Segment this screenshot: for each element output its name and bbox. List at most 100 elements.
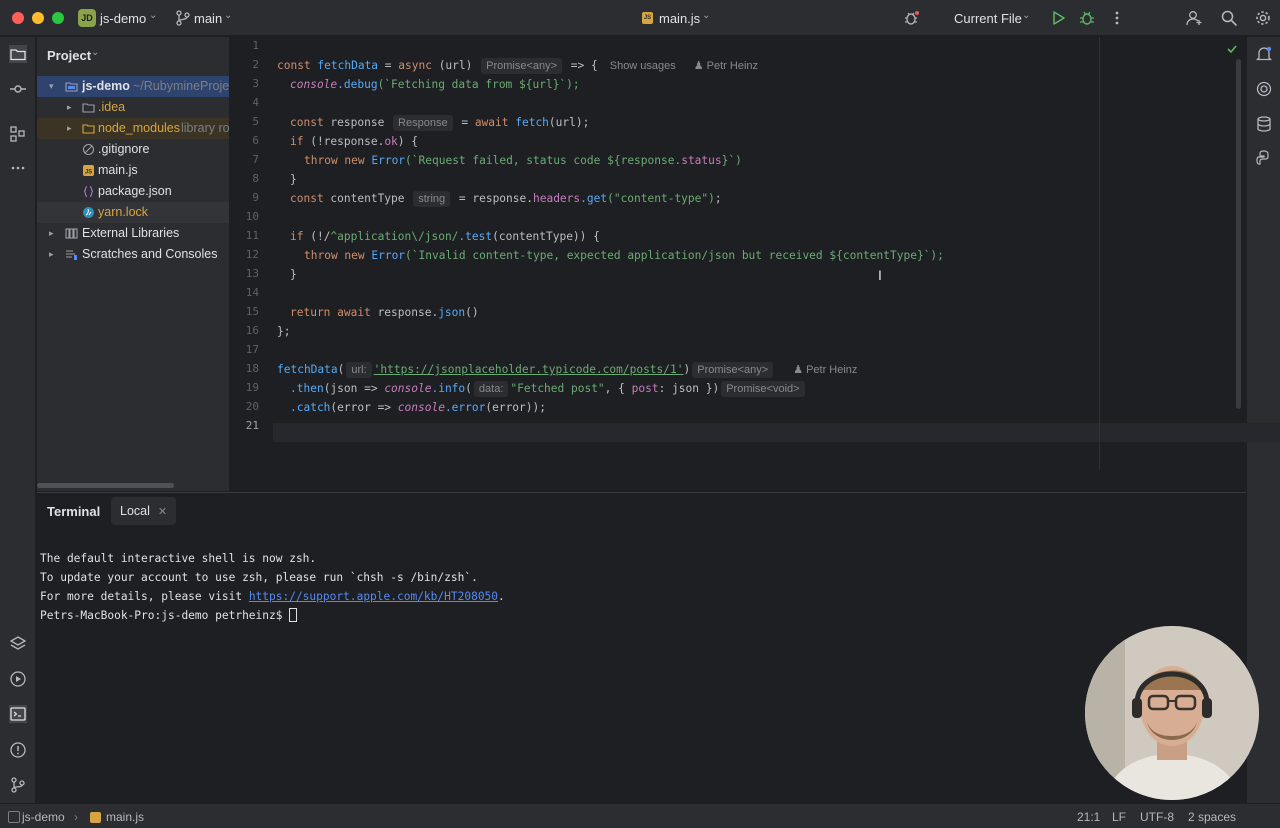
git-icon[interactable] xyxy=(9,776,27,794)
terminal-icon[interactable] xyxy=(9,705,27,723)
code-line[interactable]: if (!response.ok) { xyxy=(290,132,418,151)
line-number[interactable]: 15 xyxy=(229,305,259,318)
no-problems-check-icon[interactable] xyxy=(1226,43,1238,55)
services-run-icon[interactable] xyxy=(9,670,27,688)
chevron-right-icon[interactable]: ▸ xyxy=(49,244,54,265)
layers-icon[interactable] xyxy=(9,635,27,653)
project-badge[interactable]: JD xyxy=(78,9,96,27)
code-line[interactable]: }; xyxy=(277,322,290,341)
chevron-right-icon[interactable]: ▸ xyxy=(67,118,72,139)
tree-item-gitignore[interactable]: .gitignore xyxy=(37,139,229,160)
chevron-right-icon[interactable]: ▸ xyxy=(67,97,72,118)
line-number[interactable]: 19 xyxy=(229,381,259,394)
type-hint[interactable]: Response xyxy=(393,115,453,131)
param-hint[interactable]: url: xyxy=(346,362,372,378)
chevron-down-icon[interactable]: ⌄ xyxy=(91,47,99,58)
code-line[interactable]: if (!/^application\/json/.test(contentTy… xyxy=(290,227,600,246)
code-line[interactable]: } xyxy=(290,170,297,189)
tree-item-external-libraries[interactable]: ▸ External Libraries xyxy=(37,223,229,244)
file-encoding[interactable]: UTF-8 xyxy=(1140,810,1174,824)
window-minimize-button[interactable] xyxy=(32,12,44,24)
breadcrumb-project[interactable]: js-demo xyxy=(22,810,65,824)
tree-item-idea[interactable]: ▸ .idea xyxy=(37,97,229,118)
project-panel-title[interactable]: Project xyxy=(47,48,91,63)
ai-assistant-icon[interactable] xyxy=(1255,80,1273,98)
code-editor[interactable]: 1 2 3 4 5 6 7 8 9 10 11 12 13 14 15 16 17 18 19 20 21 const … xyxy=(229,37,1280,491)
code-line[interactable]: console.debug(`Fetching data from ${url}… xyxy=(290,75,580,94)
line-number[interactable]: 14 xyxy=(229,286,259,299)
type-hint[interactable]: Promise<any> xyxy=(692,362,774,378)
code-line[interactable]: .then(json => console.info(data: "Fetched… xyxy=(290,379,807,398)
line-number[interactable]: 12 xyxy=(229,248,259,261)
tree-item-yarn-lock[interactable]: yarn.lock xyxy=(37,202,229,223)
line-number[interactable]: 8 xyxy=(229,172,259,185)
git-branch-icon[interactable] xyxy=(176,10,190,26)
code-line[interactable]: throw new Error(`Request failed, status … xyxy=(304,151,742,170)
branch-switcher[interactable]: main xyxy=(194,11,222,26)
chevron-down-icon[interactable]: ▾ xyxy=(49,76,54,97)
tree-item-scratches[interactable]: ▸ Scratches and Consoles xyxy=(37,244,229,265)
project-switcher[interactable]: js-demo xyxy=(100,11,146,26)
line-number[interactable]: 13 xyxy=(229,267,259,280)
window-maximize-button[interactable] xyxy=(52,12,64,24)
line-number[interactable]: 4 xyxy=(229,96,259,109)
structure-icon[interactable] xyxy=(9,125,27,143)
chevron-down-icon[interactable]: ⌄ xyxy=(149,10,157,21)
code-line[interactable]: fetchData(url:'https://jsonplaceholder.t… xyxy=(277,360,857,379)
line-number[interactable]: 17 xyxy=(229,343,259,356)
code-line[interactable]: const contentType string = response.head… xyxy=(290,189,722,208)
chevron-down-icon[interactable]: ⌄ xyxy=(1022,10,1030,21)
notifications-bell-icon[interactable] xyxy=(1255,45,1273,63)
line-number[interactable]: 18 xyxy=(229,362,259,375)
line-number[interactable]: 20 xyxy=(229,400,259,413)
tree-item-main-js[interactable]: JS main.js xyxy=(37,160,229,181)
code-line[interactable]: const response Response = await fetch(ur… xyxy=(290,113,589,132)
python-console-icon[interactable] xyxy=(1255,149,1273,167)
terminal-tab-local[interactable]: Local ✕ xyxy=(111,497,177,525)
code-line[interactable]: return await response.json() xyxy=(290,303,479,322)
line-number[interactable]: 16 xyxy=(229,324,259,337)
line-number[interactable]: 3 xyxy=(229,77,259,90)
code-line[interactable]: throw new Error(`Invalid content-type, e… xyxy=(304,246,944,265)
code-line[interactable]: } xyxy=(290,265,297,284)
line-number[interactable]: 2 xyxy=(229,58,259,71)
line-number[interactable]: 1 xyxy=(229,39,259,52)
tree-item-js-demo[interactable]: ▾ js-demo ~/RubymineProject xyxy=(37,76,229,97)
search-icon[interactable] xyxy=(1220,9,1238,27)
settings-gear-icon[interactable] xyxy=(1254,9,1272,27)
author-hint[interactable]: Petr Heinz xyxy=(707,60,758,72)
terminal-tool-window[interactable]: Terminal Local ✕ The default interactive … xyxy=(37,492,1246,803)
breadcrumb-file[interactable]: main.js xyxy=(106,810,144,824)
more-actions-icon[interactable] xyxy=(1108,9,1126,27)
add-user-icon[interactable] xyxy=(1185,9,1203,27)
close-icon[interactable]: ✕ xyxy=(158,506,167,518)
code-url[interactable]: 'https://jsonplaceholder.typicode.com/po… xyxy=(374,363,684,376)
caret-position[interactable]: 21:1 xyxy=(1077,810,1100,824)
window-close-button[interactable] xyxy=(12,12,24,24)
code-line[interactable]: const fetchData = async (url) Promise<an… xyxy=(277,56,758,75)
tree-item-package-json[interactable]: package.json xyxy=(37,181,229,202)
problems-icon[interactable] xyxy=(9,741,27,759)
line-number[interactable]: 7 xyxy=(229,153,259,166)
type-hint[interactable]: string xyxy=(413,191,451,207)
terminal-prompt-line[interactable]: Petrs-MacBook-Pro:js-demo petrheinz$ xyxy=(40,606,298,625)
run-configuration-selector[interactable]: Current File xyxy=(954,11,1022,26)
vertical-scrollbar[interactable] xyxy=(1236,59,1241,409)
horizontal-scrollbar[interactable] xyxy=(37,483,174,488)
author-hint[interactable]: Petr Heinz xyxy=(806,364,857,376)
line-separator[interactable]: LF xyxy=(1112,810,1126,824)
param-hint[interactable]: data: xyxy=(473,381,509,397)
line-number[interactable]: 9 xyxy=(229,191,259,204)
debug-bug-icon[interactable] xyxy=(902,9,920,27)
line-number[interactable]: 10 xyxy=(229,210,259,223)
chevron-down-icon[interactable]: ⌄ xyxy=(702,10,710,21)
line-number[interactable]: 11 xyxy=(229,229,259,242)
line-number[interactable]: 21 xyxy=(229,419,259,432)
type-hint[interactable]: Promise<void> xyxy=(721,381,805,397)
chevron-down-icon[interactable]: ⌄ xyxy=(224,10,232,21)
code-line[interactable]: .catch(error => console.error(error)); xyxy=(290,398,546,417)
line-number[interactable]: 6 xyxy=(229,134,259,147)
more-tools-icon[interactable] xyxy=(9,159,27,177)
type-hint[interactable]: Promise<any> xyxy=(481,58,563,74)
tree-item-node-modules[interactable]: ▸ node_modules library ro xyxy=(37,118,229,139)
